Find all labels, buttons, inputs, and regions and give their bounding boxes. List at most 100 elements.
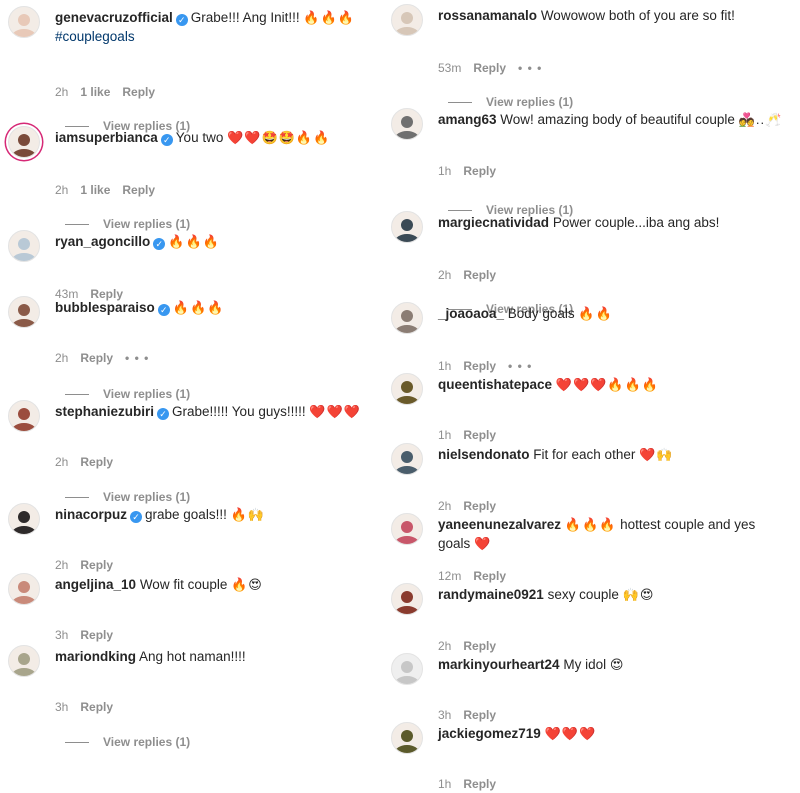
avatar[interactable] (8, 230, 40, 262)
more-options-icon[interactable]: • • • (508, 359, 532, 373)
username-link[interactable]: angeljina_10 (55, 577, 136, 592)
timestamp[interactable]: 2h (438, 499, 451, 513)
replies-divider (65, 224, 89, 226)
reply-button[interactable]: Reply (80, 455, 113, 469)
reply-button[interactable]: Reply (463, 499, 496, 513)
avatar-head-shape (400, 218, 414, 232)
avatar[interactable] (391, 108, 423, 140)
username-link[interactable]: randymaine0921 (438, 587, 544, 602)
like-count[interactable]: 1 like (80, 183, 110, 197)
timestamp[interactable]: 3h (55, 700, 68, 714)
replies-divider (65, 394, 89, 396)
view-replies-button[interactable]: View replies (1) (65, 387, 190, 401)
more-options-icon[interactable]: • • • (518, 61, 542, 75)
reply-button[interactable]: Reply (463, 639, 496, 653)
timestamp[interactable]: 2h (55, 558, 68, 572)
view-replies-button[interactable]: View replies (1) (65, 735, 190, 749)
username-link[interactable]: nielsendonato (438, 447, 530, 462)
timestamp[interactable]: 12m (438, 569, 461, 583)
avatar-body-shape (395, 130, 419, 139)
username-link[interactable]: bubblesparaiso (55, 300, 155, 315)
timestamp[interactable]: 1h (438, 359, 451, 373)
username-link[interactable]: genevacruzofficial (55, 10, 173, 25)
timestamp[interactable]: 2h (55, 455, 68, 469)
emoji: ❤️❤️❤️🔥🔥🔥 (555, 377, 659, 392)
username-link[interactable]: stephaniezubiri (55, 404, 154, 419)
timestamp[interactable]: 2h (438, 639, 451, 653)
reply-button[interactable]: Reply (122, 183, 155, 197)
avatar[interactable] (8, 400, 40, 432)
avatar[interactable] (8, 573, 40, 605)
timestamp[interactable]: 2h (55, 85, 68, 99)
reply-button[interactable]: Reply (463, 428, 496, 442)
comment-item: nielsendonato Fit for each other ❤️🙌 2h Re… (391, 443, 796, 513)
view-replies-button[interactable]: View replies (1) (65, 490, 190, 504)
reply-button[interactable]: Reply (473, 61, 506, 75)
timestamp[interactable]: 53m (438, 61, 461, 75)
avatar[interactable] (391, 4, 423, 36)
username-link[interactable]: yaneenunezalvarez (438, 517, 561, 532)
reply-button[interactable]: Reply (80, 351, 113, 365)
username-link[interactable]: amang63 (438, 112, 497, 127)
reply-button[interactable]: Reply (122, 85, 155, 99)
timestamp[interactable]: 2h (55, 351, 68, 365)
avatar[interactable] (8, 645, 40, 677)
comment-line: bubblesparaiso ✓ 🔥🔥🔥 (55, 298, 387, 317)
avatar[interactable] (391, 653, 423, 685)
avatar[interactable] (8, 6, 40, 38)
username-link[interactable]: ryan_agoncillo (55, 234, 150, 249)
username-link[interactable]: iamsuperbianca (55, 130, 158, 145)
timestamp[interactable]: 1h (438, 164, 451, 178)
avatar[interactable] (391, 373, 423, 405)
reply-button[interactable]: Reply (463, 164, 496, 178)
timestamp[interactable]: 2h (438, 268, 451, 282)
avatar[interactable] (391, 583, 423, 615)
avatar[interactable] (391, 722, 423, 754)
timestamp[interactable]: 3h (55, 628, 68, 642)
timestamp[interactable]: 1h (438, 428, 451, 442)
reply-button[interactable]: Reply (80, 558, 113, 572)
reply-button[interactable]: Reply (80, 700, 113, 714)
emoji: 🙌😍 (622, 587, 655, 602)
avatar[interactable] (8, 126, 40, 158)
comment-item: bubblesparaiso ✓ 🔥🔥🔥 2h Reply • • • View repli… (8, 296, 393, 401)
avatar[interactable] (8, 296, 40, 328)
username-link[interactable]: margiecnatividad (438, 215, 549, 230)
timestamp[interactable]: 3h (438, 708, 451, 722)
timestamp[interactable]: 1h (438, 777, 451, 791)
comment-line: mariondking Ang hot naman!!!! (55, 647, 387, 666)
more-options-icon[interactable]: • • • (125, 351, 149, 365)
avatar-body-shape (12, 252, 36, 261)
comment-meta: 2h Reply • • • (55, 351, 161, 365)
username-link[interactable]: jackiegomez719 (438, 726, 541, 741)
reply-button[interactable]: Reply (463, 777, 496, 791)
avatar[interactable] (391, 302, 423, 334)
username-link[interactable]: mariondking (55, 649, 136, 664)
view-replies-button[interactable]: View replies (1) (448, 95, 573, 109)
like-count[interactable]: 1 like (80, 85, 110, 99)
username-link[interactable]: queentishatepace (438, 377, 552, 392)
avatar-body-shape (395, 535, 419, 544)
reply-button[interactable]: Reply (473, 569, 506, 583)
comment-text: Fit for each other (533, 447, 636, 462)
reply-button[interactable]: Reply (463, 708, 496, 722)
view-replies-button[interactable]: View replies (1) (65, 217, 190, 231)
hashtag-link[interactable]: #couplegoals (55, 29, 135, 44)
comment-item: amang63 Wow! amazing body of beautiful c… (391, 108, 796, 217)
reply-button[interactable]: Reply (463, 268, 496, 282)
username-link[interactable]: ninacorpuz (55, 507, 127, 522)
username-link[interactable]: rossanamanalo (438, 8, 537, 23)
timestamp[interactable]: 2h (55, 183, 68, 197)
comment-item: margiecnatividad Power couple...iba ang … (391, 211, 796, 316)
avatar[interactable] (391, 443, 423, 475)
reply-button[interactable]: Reply (80, 628, 113, 642)
username-link[interactable]: markinyourheart24 (438, 657, 560, 672)
replies-divider (65, 497, 89, 499)
avatar[interactable] (391, 513, 423, 545)
avatar[interactable] (8, 503, 40, 535)
avatar-head-shape (400, 380, 414, 394)
username-link[interactable]: _joaoaoa_ (438, 306, 504, 321)
reply-button[interactable]: Reply (463, 359, 496, 373)
avatar[interactable] (391, 211, 423, 243)
comment-meta: 53m Reply • • • (438, 61, 554, 75)
